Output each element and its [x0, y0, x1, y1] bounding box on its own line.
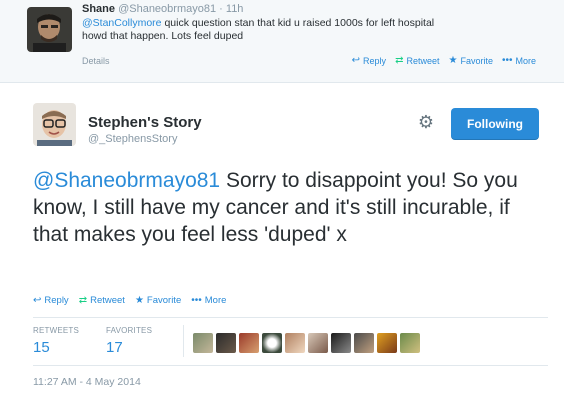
- parent-tweet-text: @StanCollymore quick question stan that …: [82, 17, 542, 43]
- main-retweet-label: Retweet: [90, 295, 125, 306]
- favoriter-avatar[interactable]: [400, 333, 420, 353]
- stats-divider: [183, 325, 184, 357]
- header-separator: ·: [219, 3, 223, 15]
- main-tweet-actions: ↩ Reply ⇄ Retweet ★ Favorite ••• More: [33, 295, 226, 306]
- main-mention-link[interactable]: @Shaneobrmayo81: [33, 169, 220, 192]
- main-favorite-label: Favorite: [146, 295, 182, 306]
- parent-mention-link[interactable]: @StanCollymore: [82, 17, 162, 29]
- parent-text-line2: howd that happen. Lots feel duped: [82, 30, 244, 42]
- more-dots-icon: •••: [501, 55, 513, 66]
- parent-more-button[interactable]: ••• More: [501, 55, 536, 67]
- favorites-label: FAVORITES: [106, 326, 153, 335]
- main-more-label: More: [204, 295, 227, 306]
- favoriter-avatar[interactable]: [285, 333, 305, 353]
- parent-tweet-time[interactable]: 11h: [226, 3, 244, 15]
- parent-favorite-button[interactable]: ★ Favorite: [448, 55, 493, 67]
- main-reply-button[interactable]: ↩ Reply: [33, 295, 69, 306]
- main-more-button[interactable]: ••• More: [191, 295, 226, 306]
- parent-reply-button[interactable]: ↩ Reply: [351, 55, 387, 67]
- gear-icon[interactable]: ⚙: [416, 112, 436, 132]
- parent-tweet-actions: ↩ Reply ⇄ Retweet ★ Favorite ••• More: [351, 55, 536, 67]
- parent-favorite-label: Favorite: [460, 56, 493, 66]
- details-link[interactable]: Details: [82, 56, 110, 66]
- favoriter-avatar[interactable]: [262, 333, 282, 353]
- parent-retweet-label: Retweet: [406, 56, 440, 66]
- star-icon: ★: [134, 294, 144, 306]
- parent-retweet-button[interactable]: ⇄ Retweet: [395, 55, 440, 67]
- retweet-icon: ⇄: [395, 55, 404, 66]
- parent-reply-label: Reply: [363, 56, 387, 66]
- main-user-name[interactable]: Stephen's Story: [88, 114, 202, 131]
- parent-user-name[interactable]: Shane: [82, 3, 115, 15]
- favorites-count[interactable]: 17: [106, 339, 123, 356]
- favoriter-avatar[interactable]: [239, 333, 259, 353]
- favoriter-avatars: [193, 333, 420, 353]
- main-user-handle[interactable]: @_StephensStory: [88, 133, 177, 145]
- main-tweet-text: @Shaneobrmayo81 Sorry to disappoint you!…: [33, 167, 548, 248]
- main-retweet-button[interactable]: ⇄ Retweet: [79, 295, 125, 306]
- retweets-label: RETWEETS: [33, 326, 80, 335]
- star-icon: ★: [448, 55, 458, 66]
- shane-avatar[interactable]: [27, 7, 72, 52]
- main-favorite-button[interactable]: ★ Favorite: [135, 295, 181, 306]
- more-dots-icon: •••: [191, 294, 202, 306]
- stephen-avatar[interactable]: [33, 103, 76, 146]
- following-button[interactable]: Following: [451, 108, 539, 140]
- favoriter-avatar[interactable]: [354, 333, 374, 353]
- parent-user-handle[interactable]: @Shaneobrmayo81: [118, 3, 216, 15]
- reply-arrow-icon: ↩: [33, 294, 42, 306]
- parent-more-label: More: [515, 56, 536, 66]
- favoriter-avatar[interactable]: [331, 333, 351, 353]
- reply-arrow-icon: ↩: [351, 55, 361, 66]
- parent-tweet-header: Shane @Shaneobrmayo81 · 11h: [82, 3, 243, 15]
- favoriter-avatar[interactable]: [377, 333, 397, 353]
- tweet-timestamp[interactable]: 11:27 AM - 4 May 2014: [33, 376, 141, 388]
- parent-tweet: Shane @Shaneobrmayo81 · 11h @StanCollymo…: [0, 0, 564, 83]
- retweet-icon: ⇄: [78, 294, 88, 306]
- favoriter-avatar[interactable]: [193, 333, 213, 353]
- main-reply-label: Reply: [44, 295, 69, 306]
- parent-text-line1: quick question stan that kid u raised 10…: [161, 17, 435, 29]
- retweets-count[interactable]: 15: [33, 339, 50, 356]
- divider: [33, 365, 548, 366]
- favoriter-avatar[interactable]: [308, 333, 328, 353]
- divider: [33, 317, 548, 318]
- favoriter-avatar[interactable]: [216, 333, 236, 353]
